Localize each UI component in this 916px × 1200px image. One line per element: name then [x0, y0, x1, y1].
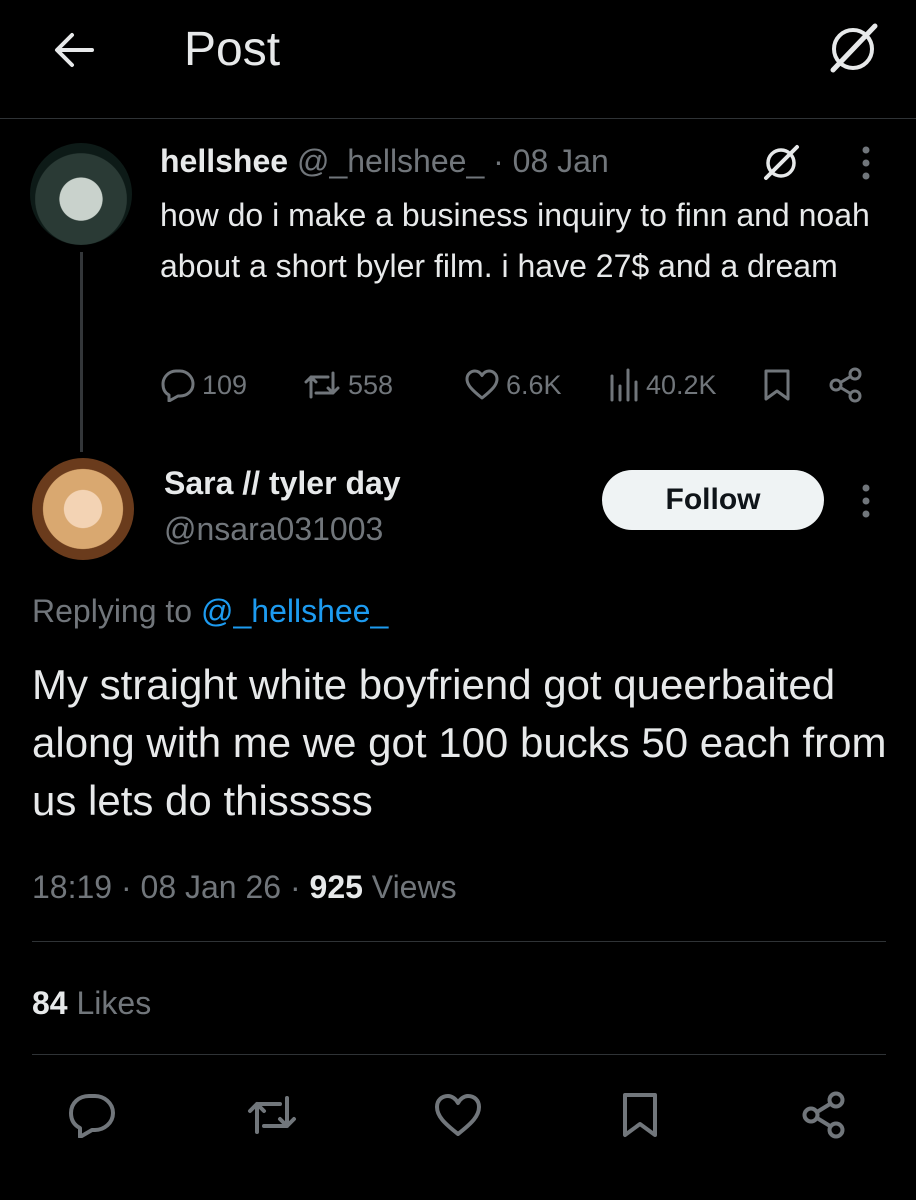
- grok-icon: [764, 145, 799, 180]
- author-handle[interactable]: @nsara031003: [164, 508, 383, 550]
- reply-button[interactable]: 109: [160, 360, 247, 410]
- tweet-actions: 109 558 6.6K 40.2K: [160, 360, 880, 410]
- tweet-action-bar: [0, 1070, 916, 1160]
- views-label: Views: [371, 869, 457, 905]
- heart-icon: [465, 369, 499, 400]
- replying-to-link[interactable]: @_hellshee_: [201, 593, 388, 629]
- views-count: 40.2K: [646, 369, 717, 400]
- likes-summary[interactable]: 84 Likes: [32, 982, 151, 1024]
- share-icon: [829, 367, 862, 403]
- share-icon: [802, 1091, 845, 1139]
- grok-icon: [830, 23, 878, 73]
- likes-count: 84: [32, 985, 68, 1021]
- thread-connector-line: [80, 252, 83, 452]
- reply-count: 109: [202, 369, 248, 400]
- author-name[interactable]: Sara // tyler day: [164, 462, 401, 504]
- analytics-icon: [610, 368, 638, 402]
- share-button[interactable]: [784, 1070, 864, 1160]
- divider: [32, 1054, 886, 1055]
- reply-button[interactable]: [52, 1070, 132, 1160]
- back-button[interactable]: [44, 22, 104, 78]
- tweet-date[interactable]: 08 Jan: [513, 143, 609, 179]
- like-button[interactable]: 6.6K: [464, 360, 562, 410]
- reply-icon: [69, 1094, 115, 1138]
- repost-button[interactable]: [232, 1070, 312, 1160]
- more-vertical-icon: [862, 146, 870, 180]
- share-button[interactable]: [828, 360, 864, 410]
- parent-tweet-header: hellshee @_hellshee_ · 08 Jan: [160, 140, 609, 182]
- like-button[interactable]: [418, 1070, 498, 1160]
- bookmark-icon: [623, 1093, 657, 1137]
- likes-label: Likes: [76, 985, 152, 1021]
- bookmark-icon: [764, 369, 790, 401]
- tweet-time[interactable]: 18:19: [32, 869, 112, 905]
- reply-icon: [161, 369, 195, 402]
- like-count: 6.6K: [506, 369, 562, 400]
- bookmark-button[interactable]: [762, 360, 792, 410]
- avatar[interactable]: [32, 458, 134, 560]
- repost-icon: [248, 1096, 296, 1134]
- tweet-text: My straight white boyfriend got queerbai…: [32, 661, 887, 824]
- separator-dot: ·: [493, 143, 504, 179]
- tweet-metadata: 18:19 · 08 Jan 26 · 925 Views: [32, 866, 457, 908]
- views-count: 925: [309, 869, 363, 905]
- more-vertical-icon: [862, 484, 870, 518]
- repost-count: 558: [348, 369, 394, 400]
- replying-to-prefix: Replying to: [32, 593, 193, 629]
- more-options-button[interactable]: [846, 142, 886, 184]
- follow-button[interactable]: Follow: [602, 470, 824, 530]
- views-button[interactable]: 40.2K: [608, 360, 717, 410]
- tweet-text: how do i make a business inquiry to finn…: [160, 197, 870, 284]
- more-options-button[interactable]: [846, 478, 886, 524]
- page-title: Post: [184, 23, 281, 76]
- divider: [32, 941, 886, 942]
- avatar[interactable]: [30, 143, 132, 245]
- tweet-date[interactable]: 08 Jan 26: [141, 869, 282, 905]
- bookmark-button[interactable]: [600, 1070, 680, 1160]
- author-handle[interactable]: @_hellshee_: [297, 143, 484, 179]
- author-name[interactable]: hellshee: [160, 143, 288, 179]
- repost-button[interactable]: 558: [302, 360, 393, 410]
- header-bar: [0, 0, 916, 119]
- replying-to-line: Replying to @_hellshee_: [32, 590, 388, 632]
- grok-button[interactable]: [820, 18, 886, 78]
- grok-button[interactable]: [754, 140, 808, 184]
- separator-dot: ·: [289, 869, 301, 905]
- separator-dot: ·: [120, 869, 132, 905]
- heart-icon: [435, 1094, 481, 1136]
- repost-icon: [304, 371, 340, 399]
- arrow-left-icon: [55, 33, 94, 67]
